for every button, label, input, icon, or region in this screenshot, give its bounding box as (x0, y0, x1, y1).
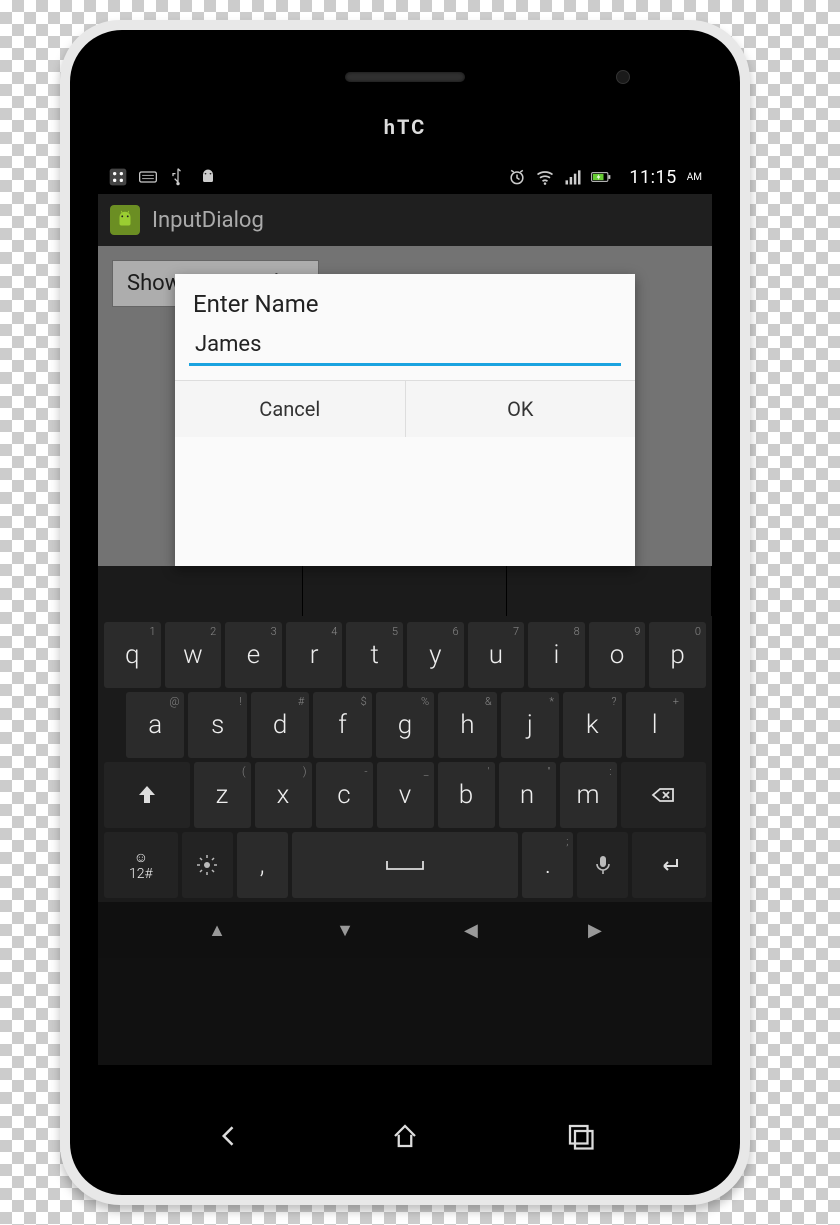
battery-charging-icon (591, 167, 621, 187)
cursor-down-key[interactable]: ▼ (336, 920, 354, 941)
name-input[interactable] (189, 328, 621, 366)
app-title: InputDialog (152, 208, 264, 233)
key-o[interactable]: 9o (589, 622, 646, 688)
ok-button[interactable]: OK (405, 381, 636, 437)
cursor-left-key[interactable]: ◀ (464, 920, 478, 941)
suggestion-strip (98, 566, 712, 616)
key-k[interactable]: ?k (563, 692, 621, 758)
voice-key[interactable] (577, 832, 628, 898)
key-d[interactable]: #d (251, 692, 309, 758)
mode-switch-key[interactable]: ☺ 12# (104, 832, 178, 898)
suggestion-slot[interactable] (507, 566, 712, 616)
key-w[interactable]: 2w (165, 622, 222, 688)
status-ampm: AM (687, 172, 702, 183)
shift-key[interactable] (104, 762, 190, 828)
key-z[interactable]: (z (194, 762, 251, 828)
speaker-grille (345, 72, 465, 82)
input-dialog: Enter Name Cancel OK (175, 274, 635, 566)
recent-softkey[interactable] (565, 1121, 595, 1155)
cursor-right-key[interactable]: ▶ (588, 920, 602, 941)
wifi-icon (535, 167, 555, 187)
front-camera (616, 70, 630, 84)
key-h[interactable]: &h (438, 692, 496, 758)
hardware-softkeys (70, 1121, 740, 1155)
suggestion-slot[interactable] (98, 566, 303, 616)
backspace-key[interactable] (621, 762, 707, 828)
key-x[interactable]: )x (255, 762, 312, 828)
key-u[interactable]: 7u (468, 622, 525, 688)
bbm-icon (108, 167, 128, 187)
cursor-row: ▲ ▼ ◀ ▶ (98, 902, 712, 958)
cancel-button[interactable]: Cancel (175, 381, 405, 437)
key-j[interactable]: *j (501, 692, 559, 758)
enter-key[interactable] (632, 832, 706, 898)
alarm-icon (507, 167, 527, 187)
page-content: Show Input Dialog Enter Name Cancel OK (98, 246, 712, 566)
comma-key[interactable]: , (237, 832, 288, 898)
key-i[interactable]: 8i (528, 622, 585, 688)
key-r[interactable]: 4r (286, 622, 343, 688)
app-bar: InputDialog (98, 194, 712, 246)
usb-icon (168, 167, 188, 187)
device-brand: hTC (384, 115, 426, 139)
dialog-title: Enter Name (175, 274, 635, 328)
back-softkey[interactable] (215, 1121, 245, 1155)
key-f[interactable]: $f (313, 692, 371, 758)
key-s[interactable]: !s (188, 692, 246, 758)
screen: 11:15 AM InputDialog Show Input Dialog En… (98, 160, 712, 1065)
key-a[interactable]: @a (126, 692, 184, 758)
cursor-up-key[interactable]: ▲ (208, 920, 226, 941)
space-key[interactable] (292, 832, 519, 898)
modal-overlay[interactable]: Enter Name Cancel OK (98, 246, 712, 566)
key-q[interactable]: 1q (104, 622, 161, 688)
key-b[interactable]: 'b (438, 762, 495, 828)
suggestion-slot[interactable] (303, 566, 508, 616)
key-v[interactable]: _v (377, 762, 434, 828)
key-n[interactable]: "n (499, 762, 556, 828)
signal-icon (563, 167, 583, 187)
android-debug-icon (198, 167, 218, 187)
key-t[interactable]: 5t (346, 622, 403, 688)
settings-key[interactable] (182, 832, 233, 898)
key-c[interactable]: -c (316, 762, 373, 828)
soft-keyboard: 1q2w3e4r5t6y7u8i9o0p @a!s#d$f%g&h*j?k+l … (98, 616, 712, 958)
period-key[interactable]: ; . (522, 832, 573, 898)
home-softkey[interactable] (390, 1121, 420, 1155)
phone-frame: hTC 11:15 AM (60, 20, 750, 1205)
keyboard-icon (138, 167, 158, 187)
status-time: 11:15 (629, 167, 676, 188)
key-p[interactable]: 0p (649, 622, 706, 688)
key-g[interactable]: %g (376, 692, 434, 758)
key-m[interactable]: :m (560, 762, 617, 828)
key-e[interactable]: 3e (225, 622, 282, 688)
key-l[interactable]: +l (626, 692, 684, 758)
key-y[interactable]: 6y (407, 622, 464, 688)
app-icon (110, 205, 140, 235)
status-bar: 11:15 AM (98, 160, 712, 194)
